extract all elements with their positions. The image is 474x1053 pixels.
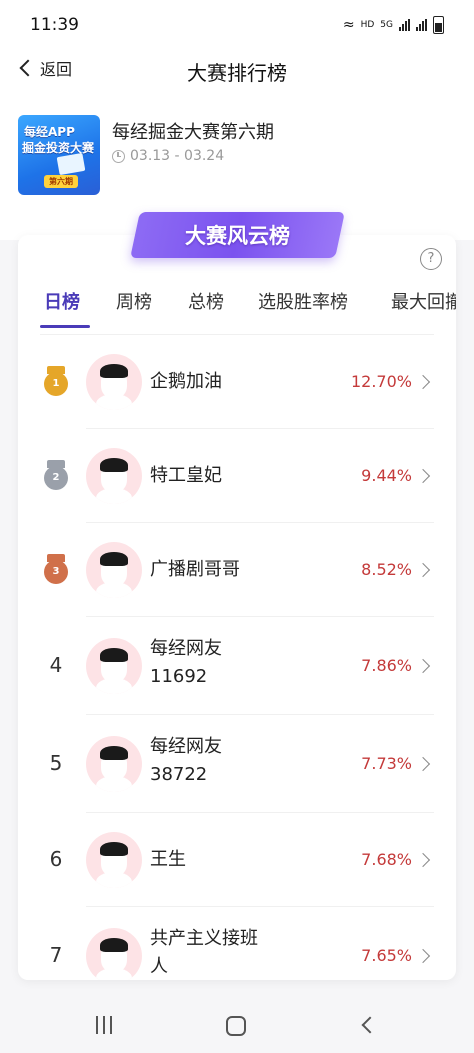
battery-icon xyxy=(433,16,444,34)
yield-value: 7.65% xyxy=(361,946,412,965)
chevron-right-icon xyxy=(415,948,431,964)
system-nav-bar xyxy=(0,998,474,1053)
help-icon[interactable]: ? xyxy=(420,248,442,270)
rank-number: 4 xyxy=(49,653,63,677)
avatar xyxy=(86,638,142,694)
user-name-line2: 11692 xyxy=(150,666,208,687)
system-back-icon[interactable] xyxy=(361,1016,379,1034)
user-name-line1: 每经网友 xyxy=(150,638,222,659)
avatar xyxy=(86,736,142,792)
thumb-line2: 掘金投资大赛 xyxy=(22,141,95,155)
tab-daily[interactable]: 日榜 xyxy=(44,285,80,314)
user-name: 特工皇妃 xyxy=(150,465,222,486)
yield-value: 7.86% xyxy=(361,656,412,675)
avatar xyxy=(86,832,142,888)
user-name-line2: 38722 xyxy=(150,764,208,785)
bronze-medal-icon: 3 xyxy=(43,554,69,586)
ranking-row[interactable]: 7 共产主义接班 人 7.65% xyxy=(18,907,456,980)
contest-date-range: 03.13 - 03.24 xyxy=(130,148,225,164)
contest-date: 03.13 - 03.24 xyxy=(112,148,224,164)
home-icon[interactable] xyxy=(226,1016,246,1036)
avatar xyxy=(86,354,142,410)
network-label: HD xyxy=(360,20,375,30)
board-title: 大赛风云榜 xyxy=(185,224,290,248)
ranking-row[interactable]: 1 企鹅加油 12.70% xyxy=(18,335,456,429)
signal-icon-2 xyxy=(416,19,427,31)
signal-icon xyxy=(399,19,410,31)
tab-active-indicator xyxy=(40,325,90,328)
back-label: 返回 xyxy=(40,60,73,79)
status-bar: 11:39 ≈ HD 5G xyxy=(0,0,474,50)
clock-icon xyxy=(112,149,125,163)
rank-number: 6 xyxy=(49,847,63,871)
avatar xyxy=(86,448,142,504)
yield-value: 8.52% xyxy=(361,560,412,579)
ranking-card: ? 日榜 周榜 总榜 选股胜率榜 最大回撤 1 企鹅加油 12.70% 2 特工… xyxy=(18,235,456,980)
silver-medal-icon: 2 xyxy=(43,460,69,492)
chevron-right-icon xyxy=(415,468,431,484)
chevron-right-icon xyxy=(415,562,431,578)
yield-value: 9.44% xyxy=(361,466,412,485)
yield-value: 7.68% xyxy=(361,850,412,869)
user-name-line1: 共产主义接班 xyxy=(150,928,258,949)
user-name: 广播剧哥哥 xyxy=(150,559,240,580)
wifi-icon: ≈ xyxy=(342,17,355,33)
back-button[interactable]: 返回 xyxy=(18,56,72,80)
ranking-row[interactable]: 3 广播剧哥哥 8.52% xyxy=(18,523,456,617)
tab-win-rate[interactable]: 选股胜率榜 xyxy=(258,285,348,314)
nav-bar: 返回 大赛排行榜 xyxy=(0,50,474,90)
chevron-right-icon xyxy=(415,658,431,674)
chevron-right-icon xyxy=(415,852,431,868)
ranking-row[interactable]: 2 特工皇妃 9.44% xyxy=(18,429,456,523)
gold-medal-icon: 1 xyxy=(43,366,69,398)
user-name-line2: 人 xyxy=(150,956,168,977)
yield-value: 12.70% xyxy=(350,372,412,391)
ranking-row[interactable]: 6 王生 7.68% xyxy=(18,813,456,907)
user-name: 王生 xyxy=(150,849,186,870)
chevron-left-icon xyxy=(19,59,37,77)
rank-number: 7 xyxy=(49,943,63,967)
tab-total[interactable]: 总榜 xyxy=(188,285,224,314)
recent-apps-icon[interactable] xyxy=(96,1016,112,1034)
ranking-row[interactable]: 4 每经网友 11692 7.86% xyxy=(18,617,456,715)
thumb-line1: 每经APP xyxy=(24,125,75,139)
status-time: 11:39 xyxy=(30,15,79,35)
rank-number: 5 xyxy=(49,751,63,775)
chevron-right-icon xyxy=(415,756,431,772)
ranking-row[interactable]: 5 每经网友 38722 7.73% xyxy=(18,715,456,813)
avatar xyxy=(86,928,142,980)
yield-value: 7.73% xyxy=(361,754,412,773)
signal-label: 5G xyxy=(380,20,393,30)
user-name-line1: 每经网友 xyxy=(150,736,222,757)
user-name: 企鹅加油 xyxy=(150,371,222,392)
tab-weekly[interactable]: 周榜 xyxy=(116,285,152,314)
chevron-right-icon xyxy=(415,374,431,390)
avatar xyxy=(86,542,142,598)
contest-name: 每经掘金大赛第六期 xyxy=(112,122,274,143)
tab-max-drawdown[interactable]: 最大回撤 xyxy=(391,285,456,314)
card-icon xyxy=(56,152,86,176)
thumb-badge: 第六期 xyxy=(44,175,78,188)
contest-thumbnail[interactable]: 每经APP 掘金投资大赛 第六期 xyxy=(18,115,100,195)
status-icons: ≈ HD 5G xyxy=(343,16,444,34)
